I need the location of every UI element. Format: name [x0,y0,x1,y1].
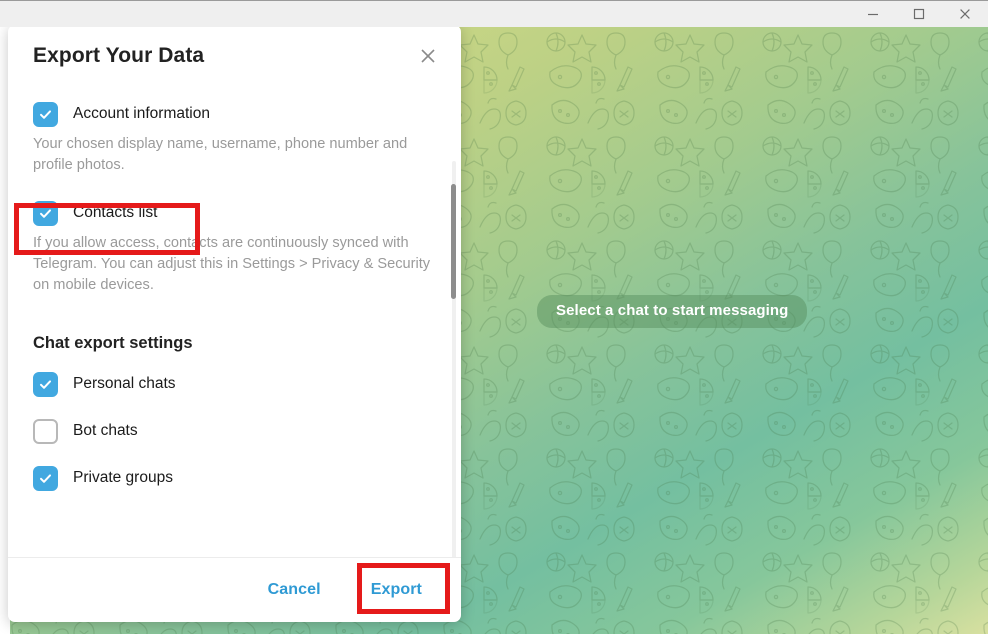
checkbox-unchecked-icon[interactable] [33,418,58,444]
window-titlebar [0,0,988,27]
checkbox-checked-icon[interactable] [33,371,58,397]
select-chat-pill: Select a chat to start messaging [537,295,808,328]
dialog-scrollbar-thumb[interactable] [451,184,456,299]
option-bot-chats[interactable]: Bot chats [33,416,436,446]
option-label: Private groups [73,469,173,486]
option-account-information[interactable]: Account information [33,99,436,129]
section-heading: Chat export settings [33,334,193,352]
cancel-button[interactable]: Cancel [254,573,335,607]
dialog-title: Export Your Data [33,44,205,67]
dialog-footer: Cancel Export [8,557,461,622]
option-label: Personal chats [73,375,176,392]
option-label: Bot chats [73,422,138,439]
dialog-close-icon[interactable] [413,41,443,71]
close-icon[interactable] [942,1,988,27]
checkbox-checked-icon[interactable] [33,200,58,226]
dialog-header: Export Your Data [8,25,461,87]
option-contacts-list[interactable]: Contacts list [33,198,436,228]
dialog-body: Account information Your chosen display … [8,87,461,557]
export-button[interactable]: Export [357,573,436,607]
option-label: Contacts list [73,204,158,221]
checkbox-checked-icon[interactable] [33,465,58,491]
option-personal-chats[interactable]: Personal chats [33,369,436,399]
export-data-dialog: Export Your Data Account information You… [8,25,461,622]
maximize-icon[interactable] [896,1,942,27]
minimize-icon[interactable] [850,1,896,27]
option-label: Account information [73,105,210,122]
checkbox-checked-icon[interactable] [33,101,58,127]
option-description: Your chosen display name, username, phon… [33,136,408,173]
telegram-window: Select a chat to start messaging Export … [0,0,988,634]
option-private-groups[interactable]: Private groups [33,463,436,493]
option-description: If you allow access, contacts are contin… [33,235,431,293]
